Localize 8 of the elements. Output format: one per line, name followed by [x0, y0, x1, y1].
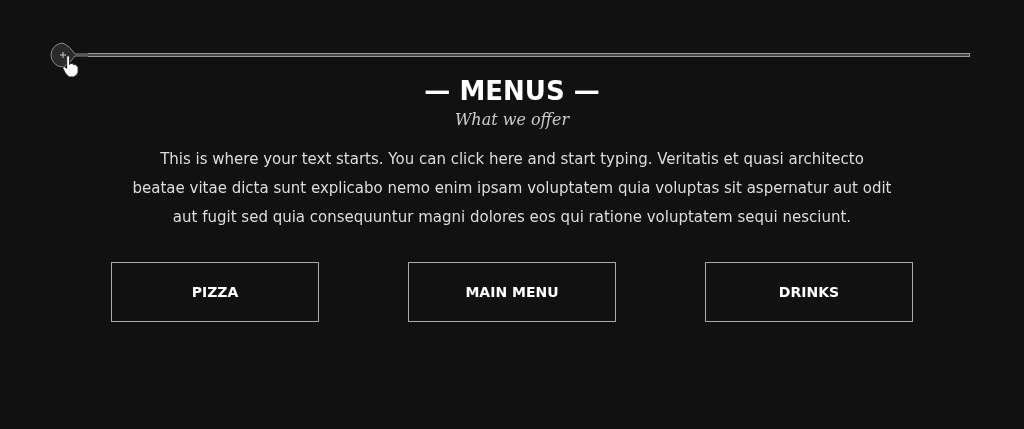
add-section-handle[interactable]: [50, 42, 90, 68]
menu-button[interactable]: DRINKS: [705, 262, 913, 322]
menu-button[interactable]: PIZZA: [111, 262, 319, 322]
section-title: — MENUS —: [424, 75, 600, 108]
section-subtitle: What we offer: [454, 110, 570, 129]
menu-button[interactable]: MAIN MENU: [408, 262, 616, 322]
body-paragraph: This is where your text starts. You can click here and start typing. Veritatis et quasi architecto beatae vitae dicta sunt explicabo nemo enim ipsam voluptatem quia voluptas sit aspernatur aut odit aut fugit sed quia consequuntur magni dolores eos qui ratione voluptatem sequi nesciunt.: [132, 149, 892, 228]
hand-cursor-icon: [62, 55, 79, 78]
